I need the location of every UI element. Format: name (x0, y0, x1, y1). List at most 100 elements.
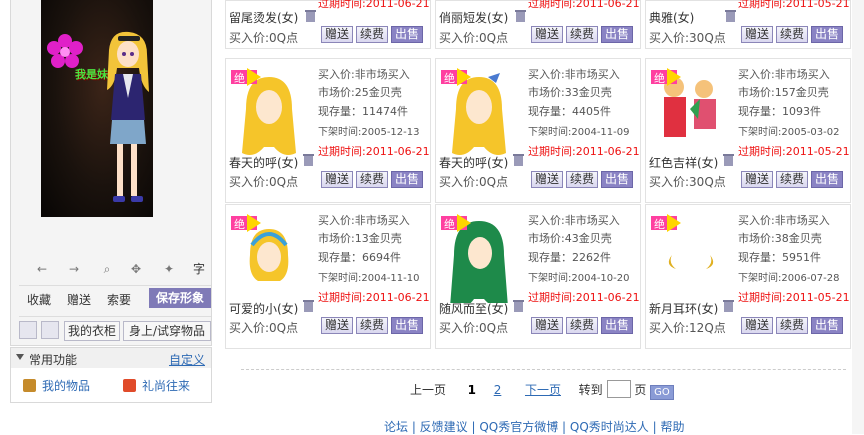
renew-button[interactable]: 续费 (356, 171, 388, 188)
item-expire: 过期时间:2011-06-21 (528, 291, 640, 304)
trash-icon[interactable] (513, 154, 524, 166)
collapse-triangle-icon[interactable] (16, 354, 24, 360)
item-market-price: 市场价:157金贝壳 (738, 86, 829, 99)
magic-wand-icon[interactable]: ✦ (160, 261, 178, 277)
sell-button[interactable]: 出售 (391, 317, 423, 334)
svg-text:绝: 绝 (654, 71, 665, 85)
save-look-button[interactable]: 保存形象 (149, 288, 211, 308)
gift-button[interactable]: 赠送 (531, 171, 563, 188)
renew-button[interactable]: 续费 (356, 317, 388, 334)
item-price: 买入价:30Q点 (649, 175, 726, 189)
ask-for-button[interactable]: 索要 (107, 291, 131, 308)
customize-link[interactable]: 自定义 (169, 351, 205, 368)
my-items-label: 我的物品 (42, 379, 91, 393)
my-wardrobe-button[interactable]: 我的衣柜 (64, 321, 120, 341)
next-page-link[interactable]: 下一页 (525, 383, 561, 397)
item-price: 买入价:0Q点 (229, 321, 299, 335)
my-items-link[interactable]: 我的物品 (23, 377, 90, 394)
sell-button[interactable]: 出售 (601, 26, 633, 43)
gift-button[interactable]: 赠送 (741, 171, 773, 188)
item-price: 买入价:0Q点 (439, 175, 509, 189)
item-offshelf-date: 下架时间:2005-12-13 (318, 127, 420, 138)
item-expire: 过期时间:2011-05-21 (738, 0, 850, 10)
sell-button[interactable]: 出售 (601, 171, 633, 188)
item-card: 绝 买入价:非市场买入 市场价:33金贝壳 现存量：4405件 下架时间:2004-11… (435, 58, 641, 203)
trash-icon[interactable] (303, 154, 314, 166)
item-expire: 过期时间:2011-06-21 (318, 145, 430, 158)
trash-icon[interactable] (303, 300, 314, 312)
gift-button[interactable]: 赠送 (321, 26, 353, 43)
footer-links[interactable]: 论坛 | 反馈建议 | QQ秀官方微博 | QQ秀时尚达人 | 帮助 (384, 418, 684, 435)
gift-button[interactable]: 赠送 (741, 26, 773, 43)
wardrobe-row: 我的衣柜 身上/试穿物品 (19, 316, 211, 341)
sell-button[interactable]: 出售 (811, 317, 843, 334)
goto-label: 转到 (578, 383, 603, 397)
renew-button[interactable]: 续费 (566, 317, 598, 334)
prev-page-link[interactable]: 上一页 (410, 383, 446, 397)
item-price: 买入价:0Q点 (439, 31, 509, 45)
svg-text:绝: 绝 (234, 217, 245, 231)
favorite-button[interactable]: 收藏 (27, 291, 51, 308)
item-name: 典雅(女) (649, 11, 695, 25)
item-name: 俏丽短发(女) (439, 11, 509, 25)
trash-icon[interactable] (725, 10, 736, 22)
go-button[interactable]: GO (650, 385, 674, 400)
renew-button[interactable]: 续费 (356, 26, 388, 43)
gift-button[interactable]: 赠送 (531, 317, 563, 334)
renew-button[interactable]: 续费 (776, 171, 808, 188)
renew-button[interactable]: 续费 (776, 317, 808, 334)
item-buy-price: 买入价:非市场买入 (528, 68, 620, 81)
undo-arrow-icon[interactable]: ← (33, 261, 51, 277)
trash-icon[interactable] (515, 10, 526, 22)
gift-button[interactable]: 赠送 (741, 317, 773, 334)
redo-arrow-icon[interactable]: → (65, 261, 83, 277)
wearing-items-button[interactable]: 身上/试穿物品 (123, 321, 211, 341)
renew-button[interactable]: 续费 (776, 26, 808, 43)
item-offshelf-date: 下架时间:2006-07-28 (738, 273, 840, 284)
item-name: 随风而至(女) (439, 302, 509, 316)
item-price: 买入价:0Q点 (229, 175, 299, 189)
item-buy-price: 买入价:非市场买入 (318, 68, 410, 81)
gift-button[interactable]: 赠送 (321, 171, 353, 188)
svg-text:绝: 绝 (234, 71, 245, 85)
avatar-panel: 我是妹人 ← → ⌕ ✥ ✦ 字 收藏 赠送 索要 保存形象 我的衣柜 身上/试… (10, 0, 212, 346)
sell-button[interactable]: 出售 (601, 317, 633, 334)
sell-button[interactable]: 出售 (811, 171, 843, 188)
user-icon[interactable] (19, 321, 37, 339)
sell-button[interactable]: 出售 (811, 26, 843, 43)
sell-button[interactable]: 出售 (391, 171, 423, 188)
item-name: 春天的呼(女) (229, 156, 299, 170)
gift-button[interactable]: 赠送 (531, 26, 563, 43)
renew-button[interactable]: 续费 (566, 26, 598, 43)
item-expire: 过期时间:2011-06-21 (528, 145, 640, 158)
scrollbar[interactable] (852, 0, 864, 434)
item-expire: 过期时间:2011-05-21 (738, 145, 850, 158)
trash-icon[interactable] (723, 154, 734, 166)
page-2-link[interactable]: 2 (494, 383, 502, 397)
item-market-price: 市场价:13金贝壳 (318, 232, 402, 245)
pagination: 上一页 1 2 下一页 转到 页 GO (410, 380, 674, 400)
floppy-save-icon[interactable] (41, 321, 59, 339)
item-market-price: 市场价:33金贝壳 (528, 86, 612, 99)
item-name: 留尾烫发(女) (229, 11, 299, 25)
trash-icon[interactable] (305, 10, 316, 22)
item-offshelf-date: 下架时间:2005-03-02 (738, 127, 840, 138)
gift-button[interactable]: 赠送 (321, 317, 353, 334)
svg-text:绝: 绝 (444, 217, 455, 231)
item-stock: 现存量：5951件 (738, 251, 821, 264)
sell-button[interactable]: 出售 (391, 26, 423, 43)
item-card: 绝 买入价:非市场买入 市场价:25金贝壳 现存量：11474件 下架时间:2005-1… (225, 58, 431, 203)
renew-button[interactable]: 续费 (566, 171, 598, 188)
avatar-actions: 收藏 赠送 索要 保存形象 (19, 285, 211, 312)
item-buy-price: 买入价:非市场买入 (738, 214, 830, 227)
gift-exchange-link[interactable]: 礼尚往来 (123, 377, 190, 394)
gift-button[interactable]: 赠送 (67, 291, 91, 308)
goto-page-input[interactable] (606, 380, 631, 398)
trash-icon[interactable] (723, 300, 734, 312)
text-tool-icon[interactable]: 字 (190, 261, 208, 277)
zoom-icon[interactable]: ⌕ (98, 261, 116, 277)
trash-icon[interactable] (513, 300, 524, 312)
item-card: 过期时间:2011-05-21 典雅(女) 买入价:30Q点 赠送 续费 出售 (645, 0, 851, 49)
item-expire: 过期时间:2011-05-21 (738, 291, 850, 304)
move-icon[interactable]: ✥ (127, 261, 145, 277)
